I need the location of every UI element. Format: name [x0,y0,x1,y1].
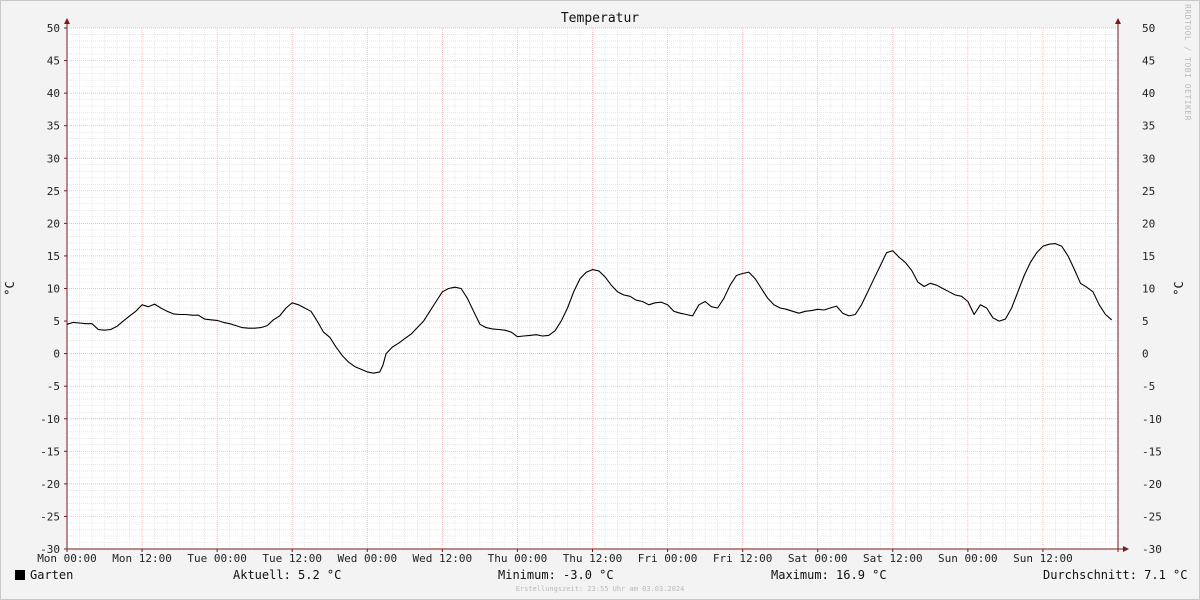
y-axis-arrow-left [64,18,70,24]
x-tick-label: Thu 00:00 [488,552,548,565]
y-tick-label-right: 15 [1142,250,1155,263]
x-tick-label: Sun 12:00 [1013,552,1073,565]
x-tick-label: Sat 00:00 [788,552,848,565]
x-tick-label: Mon 12:00 [112,552,172,565]
y-tick-label-left: 45 [47,55,60,68]
legend-minimum: Minimum: -3.0 °C [498,568,614,582]
x-tick-label: Wed 00:00 [337,552,397,565]
y-tick-label-right: -20 [1142,478,1162,491]
y-tick-label-left: 5 [53,315,60,328]
x-tick-label: Sun 00:00 [938,552,998,565]
x-tick-label: Tue 00:00 [187,552,247,565]
y-tick-label-right: -25 [1142,510,1162,523]
y-tick-label-right: -30 [1142,543,1162,556]
y-tick-label-right: 45 [1142,55,1155,68]
x-tick-label: Wed 12:00 [413,552,473,565]
y-tick-label-left: -20 [40,478,60,491]
y-tick-label-left: 20 [47,217,60,230]
y-tick-label-right: 10 [1142,283,1155,296]
legend-series-name: Garten [30,568,74,582]
x-tick-label: Sat 12:00 [863,552,923,565]
legend-maximum: Maximum: 16.9 °C [771,568,887,582]
y-axis-label-left: °C [3,281,17,295]
y-tick-label-right: 50 [1142,22,1155,35]
x-axis-arrow [1123,546,1129,552]
x-tick-label: Thu 12:00 [563,552,623,565]
x-tick-label: Tue 12:00 [262,552,322,565]
y-tick-label-right: 25 [1142,185,1155,198]
y-tick-label-right: 0 [1142,348,1149,361]
y-tick-label-right: -15 [1142,445,1162,458]
y-tick-label-left: 50 [47,22,60,35]
y-tick-label-left: 10 [47,283,60,296]
y-tick-label-right: 20 [1142,217,1155,230]
y-tick-label-left: -5 [47,380,60,393]
y-tick-label-left: -15 [40,445,60,458]
y-axis-arrow-right [1115,18,1121,24]
y-tick-label-left: 35 [47,120,60,133]
legend-series: Garten [15,568,73,582]
y-tick-label-right: 40 [1142,87,1155,100]
legend-average: Durchschnitt: 7.1 °C [1043,568,1188,582]
y-tick-label-left: 15 [47,250,60,263]
y-tick-label-left: 25 [47,185,60,198]
y-tick-label-right: -5 [1142,380,1155,393]
watermark: RRDTOOL / TOBI OETIKER [1183,4,1192,121]
creation-time: Erstellungszeit: 23:55 Uhr am 03.03.2024 [515,585,685,593]
temperature-chart: -30 -30-25 -25-20 -20-15 -15-10 -10-5 -50 05 510… [3,11,1186,565]
y-tick-label-left: -10 [40,413,60,426]
y-tick-label-right: 35 [1142,120,1155,133]
y-tick-label-right: 30 [1142,152,1155,165]
y-tick-label-right: 5 [1142,315,1149,328]
x-tick-label: Fri 12:00 [713,552,773,565]
legend-current: Aktuell: 5.2 °C [233,568,342,582]
x-tick-label: Mon 00:00 [37,552,97,565]
legend-swatch [15,570,25,580]
y-tick-label-left: 40 [47,87,60,100]
y-tick-label-right: -10 [1142,413,1162,426]
chart-title: Temperatur [561,11,639,26]
y-axis-label-right: °C [1172,281,1186,295]
y-tick-label-left: 0 [53,348,60,361]
y-tick-label-left: 30 [47,152,60,165]
y-tick-label-left: -25 [40,510,60,523]
x-tick-label: Fri 00:00 [638,552,698,565]
